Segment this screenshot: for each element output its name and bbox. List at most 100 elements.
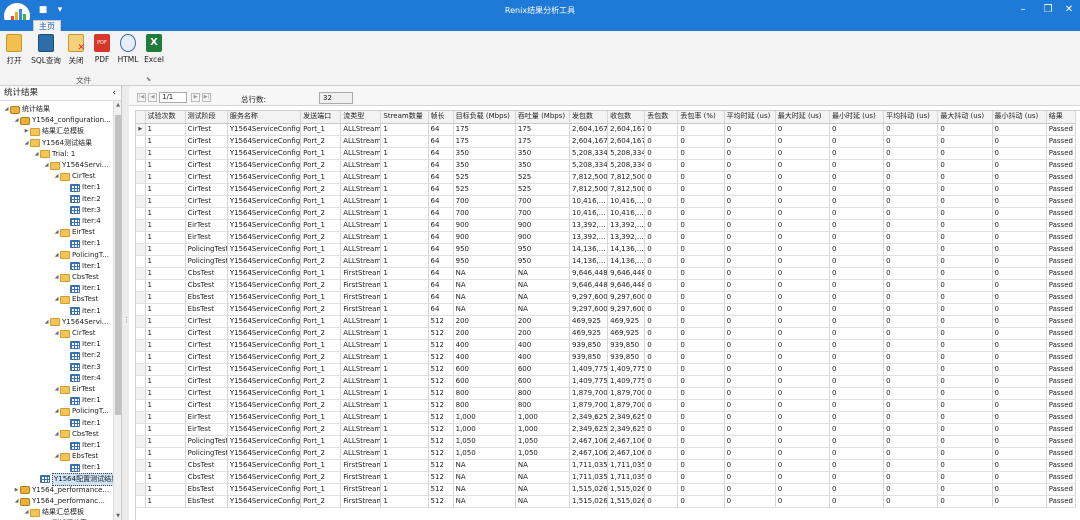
expand-toggle-icon[interactable]: ◢ — [33, 149, 40, 160]
table-row[interactable]: 1 CirTest Y1564ServiceConfig_1 Port_1 ALLStr… — [136, 171, 1077, 184]
tree-node[interactable]: ◢ EirTest — [53, 227, 95, 238]
row-header[interactable] — [136, 495, 146, 508]
table-row[interactable]: 1 CbsTest Y1564ServiceConfig_1 Port_1 FirstS… — [136, 267, 1077, 280]
row-header[interactable] — [136, 291, 146, 304]
column-header[interactable]: 平均抖动 (us) — [883, 111, 939, 124]
expand-toggle-icon[interactable]: ◢ — [23, 507, 30, 518]
tree-node[interactable]: Iter:1 — [63, 238, 101, 249]
row-header[interactable] — [136, 363, 146, 376]
expand-toggle-icon[interactable]: ◢ — [53, 429, 60, 440]
table-row[interactable]: 1 CbsTest Y1564ServiceConfig_1 Port_2 FirstS… — [136, 279, 1077, 292]
open-button[interactable]: 打开 — [5, 34, 23, 70]
table-row[interactable]: 1 CirTest Y1564ServiceConfig_1 Port_1 ALLStr… — [136, 195, 1077, 208]
scroll-up-icon[interactable]: ▲ — [114, 101, 121, 109]
row-header[interactable] — [136, 435, 146, 448]
row-header[interactable] — [136, 231, 146, 244]
column-header[interactable]: 服务名称 — [227, 111, 302, 124]
table-row[interactable]: 1 CirTest Y1564ServiceConfig_2 Port_1 ALLStr… — [136, 315, 1077, 328]
page-input[interactable]: 1/1 — [159, 92, 187, 103]
expand-toggle-icon[interactable]: ◢ — [53, 171, 60, 182]
tree-node[interactable]: ▶ 结果汇总模板 — [23, 126, 84, 137]
row-header[interactable] — [136, 279, 146, 292]
scroll-down-icon[interactable]: ▼ — [114, 512, 121, 520]
row-header[interactable] — [136, 411, 146, 424]
tree-node[interactable]: Iter:1 — [63, 339, 101, 350]
expand-toggle-icon[interactable]: ◢ — [23, 138, 30, 149]
tree-node[interactable]: Iter:3 — [63, 362, 101, 373]
row-header[interactable] — [136, 255, 146, 268]
table-row[interactable]: 1 CirTest Y1564ServiceConfig_1 Port_1 ALLStr… — [136, 147, 1077, 160]
table-row[interactable]: 1 CirTest Y1564ServiceConfig_2 Port_2 ALLStr… — [136, 399, 1077, 412]
row-header[interactable] — [136, 315, 146, 328]
tree-node[interactable]: ◢ 结果汇总模板 — [23, 507, 84, 518]
tree-node[interactable]: ◢ EbsTest — [53, 451, 98, 462]
table-row[interactable]: 1 CirTest Y1564ServiceConfig_2 Port_2 ALLStr… — [136, 375, 1077, 388]
customize-quick-access-icon[interactable]: ▾ — [55, 5, 65, 15]
table-row[interactable]: 1 CirTest Y1564ServiceConfig_1 Port_2 ALLStr… — [136, 135, 1077, 148]
expand-toggle-icon[interactable]: ◢ — [53, 227, 60, 238]
tree-node[interactable]: ◢ EbsTest — [53, 294, 98, 305]
expand-toggle-icon[interactable]: ◢ — [53, 328, 60, 339]
maximize-button[interactable]: ❐ — [1041, 3, 1055, 17]
column-header[interactable]: 帧长 — [428, 111, 454, 124]
table-row[interactable]: 1 EirTest Y1564ServiceConfig_2 Port_2 ALLStr… — [136, 423, 1077, 436]
table-row[interactable]: 1 CirTest Y1564ServiceConfig_1 Port_2 ALLStr… — [136, 183, 1077, 196]
column-header[interactable]: 最小抖动 (us) — [992, 111, 1047, 124]
row-header[interactable] — [136, 303, 146, 316]
table-row[interactable]: 1 EirTest Y1564ServiceConfig_1 Port_1 ALLStr… — [136, 219, 1077, 232]
tree-node[interactable]: ◢ Y1564Servi... — [43, 160, 108, 171]
first-page-button[interactable]: |◀ — [137, 93, 146, 102]
column-header[interactable]: 流类型 — [340, 111, 382, 124]
tree-node[interactable]: ◢ CirTest — [53, 328, 96, 339]
row-header[interactable] — [136, 483, 146, 496]
tree-node[interactable]: Iter:2 — [63, 194, 101, 205]
html-button[interactable]: HTML — [117, 34, 139, 70]
column-header[interactable]: 试验次数 — [145, 111, 186, 124]
column-header[interactable]: 丢包数 — [644, 111, 679, 124]
row-header[interactable] — [136, 471, 146, 484]
expand-toggle-icon[interactable]: ◢ — [53, 272, 60, 283]
expand-toggle-icon[interactable]: ◢ — [3, 104, 10, 115]
column-header[interactable]: 平均时延 (us) — [724, 111, 776, 124]
tree-node[interactable]: ◢ Trial: 1 — [33, 149, 75, 160]
tree-node[interactable]: ◢ CbsTest — [53, 272, 99, 283]
tree-node[interactable]: ▶ Y1564_performance... — [13, 485, 109, 496]
row-header[interactable] — [136, 351, 146, 364]
column-header[interactable]: 最小时延 (us) — [829, 111, 885, 124]
table-row[interactable]: 1 CirTest Y1564ServiceConfig_2 Port_1 ALLStr… — [136, 339, 1077, 352]
expand-toggle-icon[interactable]: ◢ — [43, 317, 50, 328]
tree-node[interactable]: Iter:1 — [63, 306, 101, 317]
tree-node[interactable]: Iter:1 — [63, 182, 101, 193]
table-row[interactable]: 1 CbsTest Y1564ServiceConfig_2 Port_1 FirstS… — [136, 459, 1077, 472]
expand-toggle-icon[interactable]: ◢ — [53, 294, 60, 305]
tree-node[interactable]: ◢ Y1564_configuration... — [13, 115, 111, 126]
column-header[interactable]: 最大抖动 (us) — [937, 111, 993, 124]
column-header[interactable]: 发送端口 — [300, 111, 342, 124]
row-header[interactable] — [136, 423, 146, 436]
table-row[interactable]: 1 PolicingTest Y1564ServiceConfig_2 Port_2 A… — [136, 447, 1077, 460]
scroll-thumb[interactable] — [115, 115, 121, 415]
tree-node[interactable]: ◢ CirTest — [53, 171, 96, 182]
column-header[interactable]: 收包数 — [607, 111, 646, 124]
panel-splitter[interactable]: ⋮ — [122, 86, 130, 520]
table-row[interactable]: 1 EbsTest Y1564ServiceConfig_2 Port_2 FirstS… — [136, 495, 1077, 508]
close-button[interactable]: ✕ — [1062, 3, 1076, 17]
table-row[interactable]: 1 PolicingTest Y1564ServiceConfig_2 Port_1 A… — [136, 435, 1077, 448]
tree-node[interactable]: ◢ PolicingT... — [53, 250, 109, 261]
table-row[interactable]: ▶ 1 CirTest Y1564ServiceConfig_1 Port_1 ALLSt… — [136, 123, 1077, 136]
expand-toggle-icon[interactable]: ◢ — [53, 384, 60, 395]
row-header[interactable]: ▶ — [136, 123, 146, 136]
tree-node[interactable]: Iter:1 — [63, 283, 101, 294]
tree-node[interactable]: Iter:1 — [63, 440, 101, 451]
result-tree[interactable]: ◢ 统计结果 ◢ Y1564_configuration... ▶ 结果汇总模板 ◢ Y156… — [0, 101, 121, 520]
minimize-button[interactable]: – — [1016, 3, 1030, 17]
table-row[interactable]: 1 CirTest Y1564ServiceConfig_2 Port_1 ALLStr… — [136, 363, 1077, 376]
row-header[interactable] — [136, 447, 146, 460]
tree-node[interactable]: ◢ Y1564_performanc... — [13, 496, 105, 507]
close-file-button[interactable]: ✕ 关闭 — [67, 34, 85, 70]
column-header[interactable]: Stream数量 — [380, 111, 429, 124]
table-row[interactable]: 1 EbsTest Y1564ServiceConfig_1 Port_2 FirstS… — [136, 303, 1077, 316]
tree-node[interactable]: Iter:4 — [63, 216, 101, 227]
row-header[interactable] — [136, 219, 146, 232]
table-row[interactable]: 1 CirTest Y1564ServiceConfig_1 Port_2 ALLStr… — [136, 207, 1077, 220]
